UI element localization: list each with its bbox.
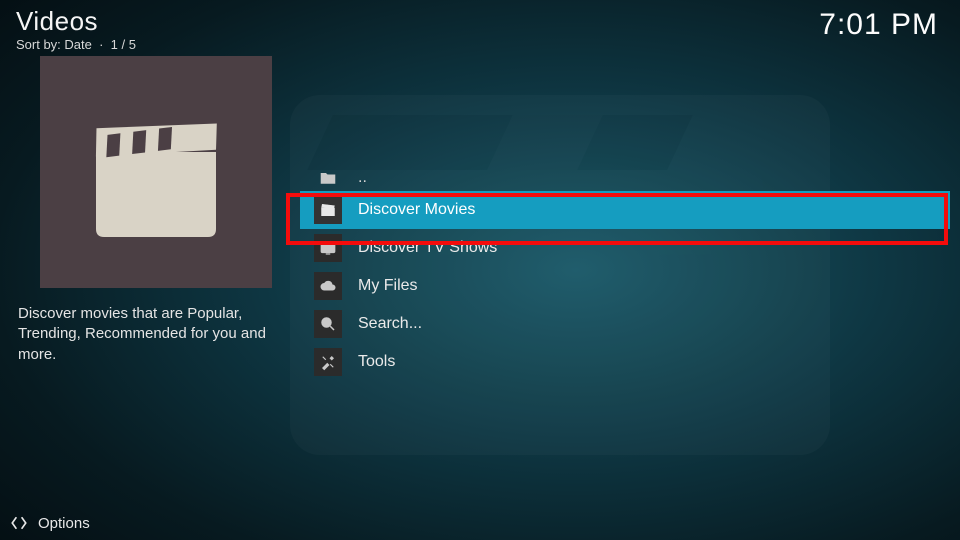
page-title: Videos xyxy=(16,6,136,37)
thumbnail xyxy=(40,56,272,288)
menu-item-label: Search... xyxy=(358,315,422,333)
menu-item-my-files[interactable]: My Files xyxy=(300,267,950,305)
cloud-icon xyxy=(314,272,342,300)
menu-item-label: Discover Movies xyxy=(358,201,475,219)
clapper-icon xyxy=(314,196,342,224)
page-position: 1 / 5 xyxy=(111,37,136,52)
footer-options[interactable]: Options xyxy=(10,514,90,532)
separator: · xyxy=(96,37,111,52)
menu-item-label: My Files xyxy=(358,277,418,295)
sort-label: Sort by: Date xyxy=(16,37,92,52)
menu-item-label: .. xyxy=(358,169,367,187)
menu-item-search[interactable]: Search... xyxy=(300,305,950,343)
menu-item-label: Discover TV Shows xyxy=(358,239,497,257)
menu-item-tools[interactable]: Tools xyxy=(300,343,950,381)
menu-list: .. Discover Movies Discover TV Shows My … xyxy=(300,165,950,381)
tv-icon xyxy=(314,234,342,262)
options-icon xyxy=(10,514,28,532)
info-panel: Discover movies that are Popular, Trendi… xyxy=(16,56,276,365)
clock: 7:01 PM xyxy=(819,8,938,42)
clapper-icon xyxy=(86,107,226,237)
menu-item-discover-tv[interactable]: Discover TV Shows xyxy=(300,229,950,267)
page-header: Videos Sort by: Date · 1 / 5 xyxy=(16,6,136,52)
search-icon xyxy=(314,310,342,338)
folder-up-icon xyxy=(314,164,342,192)
page-subtitle: Sort by: Date · 1 / 5 xyxy=(16,37,136,52)
menu-item-label: Tools xyxy=(358,353,395,371)
options-label: Options xyxy=(38,515,90,532)
item-description: Discover movies that are Popular, Trendi… xyxy=(16,300,276,365)
tools-icon xyxy=(314,348,342,376)
menu-item-discover-movies[interactable]: Discover Movies xyxy=(300,191,950,229)
menu-item-parent[interactable]: .. xyxy=(300,165,950,191)
